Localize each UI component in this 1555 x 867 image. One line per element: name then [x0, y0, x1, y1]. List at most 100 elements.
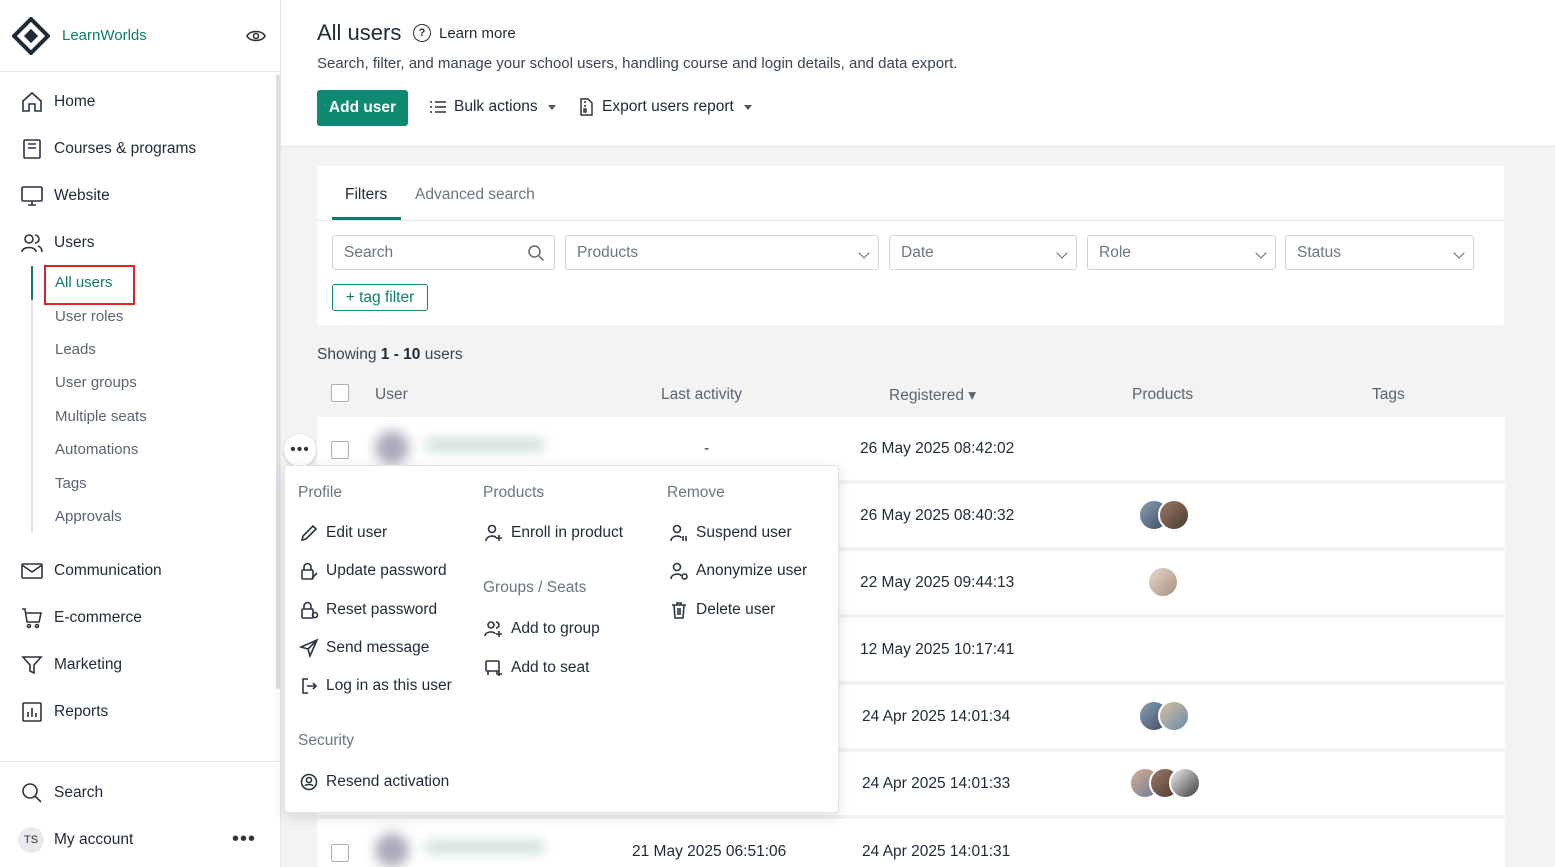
sidebar-item-search[interactable]: Search	[0, 769, 280, 816]
subnav-approvals[interactable]: Approvals	[33, 500, 280, 533]
product-thumbnails	[1147, 566, 1179, 598]
results-count: Showing 1 - 10 users	[317, 346, 463, 364]
anonymize-user-item[interactable]: Anonymize user	[669, 561, 807, 581]
bulk-actions-label: Bulk actions	[454, 98, 538, 115]
product-thumbnails	[1138, 499, 1190, 531]
user-plus-icon	[485, 524, 502, 542]
date-select[interactable]: Date	[889, 235, 1077, 270]
product-thumbnails	[1138, 700, 1190, 732]
eye-icon[interactable]	[246, 26, 266, 46]
add-to-seat-item[interactable]: Add to seat	[484, 658, 589, 678]
enroll-product-item[interactable]: Enroll in product	[484, 523, 623, 543]
subnav-user-groups[interactable]: User groups	[33, 366, 280, 399]
enroll-product-label: Enroll in product	[511, 524, 624, 541]
row-actions-button[interactable]: •••	[284, 434, 316, 466]
column-products[interactable]: Products	[1132, 386, 1193, 404]
sidebar-scrollbar[interactable]	[276, 74, 280, 689]
login-as-user-item[interactable]: Log in as this user	[299, 676, 452, 696]
sidebar-item-account[interactable]: TS My account •••	[0, 816, 280, 863]
page-description: Search, filter, and manage your school u…	[317, 55, 958, 72]
update-password-item[interactable]: Update password	[299, 561, 447, 581]
status-select[interactable]: Status	[1285, 235, 1474, 270]
monitor-icon	[21, 185, 43, 206]
delete-user-item[interactable]: Delete user	[669, 600, 775, 620]
tab-advanced-search[interactable]: Advanced search	[415, 186, 535, 204]
tag-filter-button[interactable]: + tag filter	[332, 284, 428, 311]
chevron-down-icon	[1255, 247, 1267, 259]
sidebar-item-label: Communication	[54, 561, 162, 579]
subnav-automations[interactable]: Automations	[33, 433, 280, 466]
role-select[interactable]: Role	[1087, 235, 1276, 270]
resend-activation-label: Resend activation	[326, 773, 450, 790]
search-input[interactable]: Search	[332, 235, 555, 270]
sidebar-item-home[interactable]: Home	[0, 78, 280, 125]
resend-activation-item[interactable]: Resend activation	[299, 772, 449, 792]
row-checkbox[interactable]	[331, 844, 349, 862]
filters-card: Filters Advanced search Search Products …	[317, 166, 1504, 325]
page-title: All users	[317, 20, 402, 45]
subnav-tags[interactable]: Tags	[33, 466, 280, 499]
suspend-user-item[interactable]: Suspend user	[669, 523, 792, 543]
send-message-item[interactable]: Send message	[299, 638, 429, 658]
search-icon	[22, 782, 42, 803]
add-user-button[interactable]: Add user	[317, 90, 408, 126]
column-registered[interactable]: Registered ▾	[889, 386, 976, 405]
subnav-leads[interactable]: Leads	[33, 333, 280, 366]
chevron-down-icon	[1453, 247, 1465, 259]
subnav-multiple-seats[interactable]: Multiple seats	[33, 400, 280, 433]
select-all-checkbox[interactable]	[331, 384, 349, 402]
edit-user-label: Edit user	[326, 524, 388, 541]
column-user[interactable]: User	[375, 386, 408, 404]
send-icon	[299, 638, 319, 658]
menu-section-groups: Groups / Seats	[483, 579, 587, 596]
sidebar-item-label: Users	[54, 233, 95, 251]
trash-icon	[672, 602, 686, 619]
registered-date: 24 Apr 2025 14:01:31	[862, 843, 1011, 860]
registered-date: 24 Apr 2025 14:01:34	[862, 708, 1011, 725]
row-checkbox[interactable]	[331, 441, 349, 459]
sidebar-item-label: My account	[54, 830, 134, 848]
sidebar-item-reports[interactable]: Reports	[0, 688, 280, 735]
caret-down-icon	[743, 104, 752, 110]
status-select-label: Status	[1297, 243, 1341, 261]
add-to-group-item[interactable]: Add to group	[484, 619, 600, 639]
sidebar-item-marketing[interactable]: Marketing	[0, 641, 280, 688]
sidebar-item-website[interactable]: Website	[0, 172, 280, 219]
export-users-dropdown[interactable]: Export users report	[577, 98, 752, 116]
showing-range: 1 - 10	[380, 346, 421, 363]
sidebar-item-courses[interactable]: Courses & programs	[0, 125, 280, 172]
last-activity: 21 May 2025 06:51:06	[632, 843, 787, 860]
showing-suffix: users	[420, 346, 463, 363]
funnel-icon	[21, 655, 43, 674]
chevron-down-icon	[858, 247, 870, 259]
lock-reset-icon	[301, 601, 319, 619]
sidebar-item-users[interactable]: Users	[0, 219, 280, 266]
help-icon: ?	[413, 24, 431, 42]
add-to-seat-label: Add to seat	[511, 659, 590, 676]
tab-filters[interactable]: Filters	[345, 186, 387, 204]
more-options-icon[interactable]: •••	[232, 828, 256, 851]
table-row[interactable]: 21 May 2025 06:51:06 24 Apr 2025 14:01:3…	[317, 819, 1505, 867]
product-thumb	[1147, 566, 1179, 598]
registered-date: 26 May 2025 08:40:32	[860, 507, 1015, 524]
menu-section-remove: Remove	[667, 484, 725, 501]
user-anonymous-icon	[670, 562, 688, 580]
brand-name[interactable]: LearnWorlds	[62, 27, 147, 44]
column-tags[interactable]: Tags	[1372, 386, 1405, 404]
products-select[interactable]: Products	[565, 235, 879, 270]
sidebar: LearnWorlds Home Courses & programs Webs…	[0, 0, 281, 867]
reset-password-label: Reset password	[326, 601, 438, 618]
sidebar-item-label: Website	[54, 186, 110, 204]
column-last-activity[interactable]: Last activity	[661, 386, 742, 404]
learnworlds-logo[interactable]	[12, 16, 50, 55]
lock-edit-icon	[301, 562, 318, 580]
sidebar-item-communication[interactable]: Communication	[0, 547, 280, 594]
users-icon	[21, 233, 43, 252]
sidebar-item-label: Home	[54, 92, 96, 110]
sidebar-item-ecommerce[interactable]: E-commerce	[0, 594, 280, 641]
export-label: Export users report	[602, 98, 734, 115]
edit-user-item[interactable]: Edit user	[299, 523, 387, 543]
bulk-actions-dropdown[interactable]: Bulk actions	[429, 98, 556, 116]
reset-password-item[interactable]: Reset password	[299, 600, 437, 620]
learn-more-link[interactable]: ? Learn more	[413, 24, 516, 42]
